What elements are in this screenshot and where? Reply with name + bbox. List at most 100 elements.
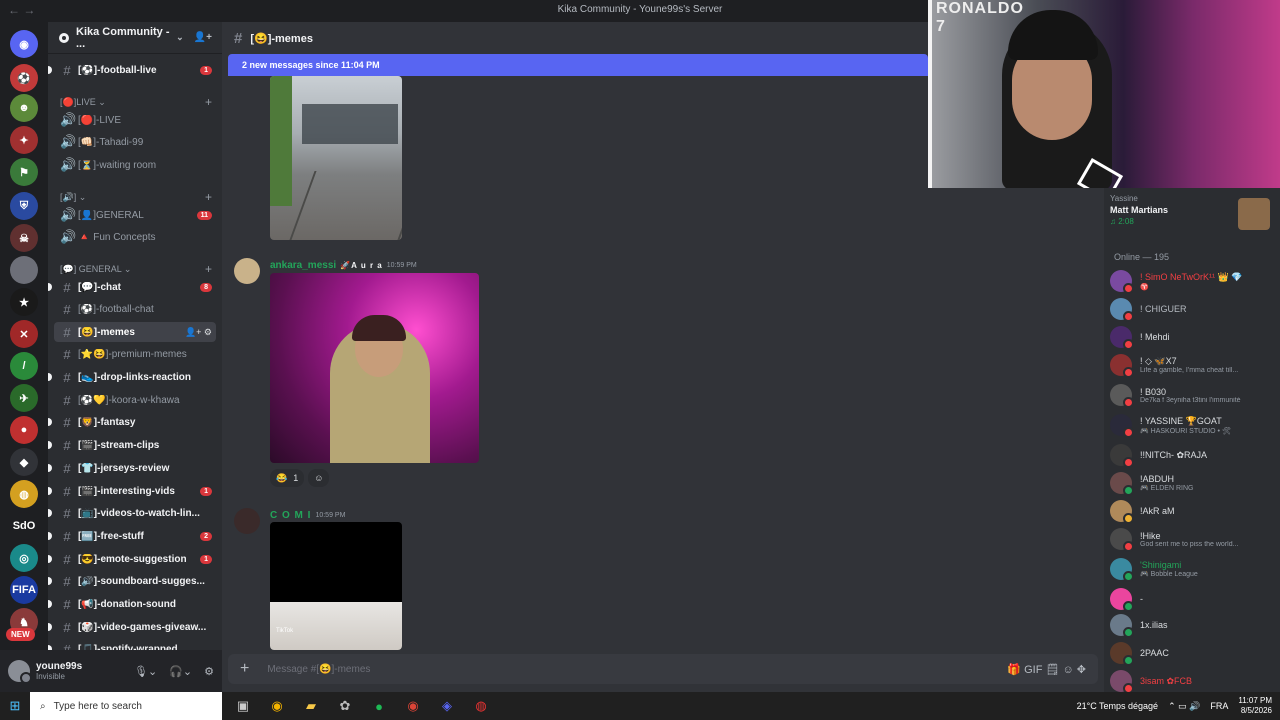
invite-icon[interactable]: 👤+ <box>194 32 212 43</box>
member-item[interactable]: 'Shinigami 🎮 Bobble League <box>1110 556 1276 582</box>
channel-item[interactable]: 🔊 [⏳]-waiting room <box>54 155 216 175</box>
server-icon[interactable]: SdO <box>10 512 38 540</box>
server-icon[interactable]: ⚑ <box>10 158 38 186</box>
server-icon[interactable]: ◎ <box>10 544 38 572</box>
channel-item[interactable]: # [⭐😆]-premium-memes <box>54 344 216 364</box>
clock[interactable]: 11:07 PM 8/5/2026 <box>1238 696 1272 716</box>
member-item[interactable]: ! CHIGUER <box>1110 296 1276 322</box>
tray-icons[interactable]: ⌃ ▭ 🔊 <box>1168 701 1200 712</box>
message-composer[interactable]: + Message #[😆]-memes 🎁 GIF 🗒 ☺ ✥ <box>228 654 1098 684</box>
add-channel-icon[interactable]: + <box>205 95 212 109</box>
new-servers-badge[interactable]: NEW <box>6 628 35 641</box>
member-item[interactable]: !ABDUH 🎮 ELDEN RING <box>1110 470 1276 496</box>
channel-item[interactable]: # [👕]-jerseys-review <box>48 458 216 478</box>
message-author[interactable]: ankara_messi <box>270 260 336 271</box>
upload-plus-icon[interactable]: + <box>240 660 249 678</box>
windows-start-icon[interactable]: ⊞ <box>0 698 30 714</box>
member-item[interactable]: ! YASSINE 🏆GOAT 🎮 HASKOURI STUDIO • 🛠 <box>1110 412 1276 438</box>
reaction-laugh[interactable]: 😂 1 <box>270 469 305 487</box>
server-icon[interactable]: ◍ <box>10 480 38 508</box>
message-image-tram[interactable] <box>270 76 402 240</box>
server-icon[interactable]: ✈ <box>10 384 38 412</box>
member-item[interactable]: 3isam ✿FCB <box>1110 668 1276 692</box>
channel-item[interactable]: 🔊 [👤]GENERAL 11 <box>54 205 216 225</box>
channel-category[interactable]: [🔊] ⌄ + <box>60 190 212 204</box>
server-icon[interactable]: ☻ <box>10 94 38 122</box>
avatar[interactable] <box>234 508 260 534</box>
server-icon[interactable]: ◉ <box>10 30 38 58</box>
chevron-down-icon[interactable]: ⌄ <box>176 32 184 43</box>
channel-item[interactable]: # [⚽]-football-live 1 <box>48 60 216 80</box>
member-item[interactable]: !Hike God sent me to piss the world... <box>1110 526 1276 552</box>
mic-icon[interactable]: 🎙⌄ <box>134 665 157 678</box>
user-info[interactable]: youne99s Invisible <box>36 661 82 681</box>
member-item[interactable]: 1x.ilias <box>1110 612 1276 638</box>
app-red-icon[interactable]: ◍ <box>472 697 490 715</box>
gear-icon[interactable]: ⚙ <box>204 665 214 678</box>
language-indicator[interactable]: FRA <box>1210 701 1228 711</box>
new-messages-bar[interactable]: 2 new messages since 11:04 PM <box>228 54 928 76</box>
member-item[interactable]: ! B030 De7ka f 3eyniha t3tini l'immunité <box>1110 382 1276 408</box>
spotify-icon[interactable]: ● <box>370 697 388 715</box>
discord-icon[interactable]: ◈ <box>438 697 456 715</box>
channel-item[interactable]: # [📢]-donation-sound <box>48 594 216 614</box>
avatar[interactable] <box>234 258 260 284</box>
server-icon[interactable]: ✦ <box>10 126 38 154</box>
channel-item[interactable]: # [⚽💛]-koora-w-khawa <box>54 390 216 410</box>
member-item[interactable]: ! Mehdi <box>1110 324 1276 350</box>
channel-item[interactable]: # [💬]-chat 8 <box>48 277 216 297</box>
server-icon[interactable]: / <box>10 352 38 380</box>
message-image-video[interactable]: TikTok <box>270 522 402 650</box>
member-item[interactable]: 2PAAC <box>1110 640 1276 666</box>
member-item[interactable]: ! ◇ 🦋X7 Life a gamble, I'mma cheat till..… <box>1110 352 1276 378</box>
composer-tools-icon[interactable]: 🎁 GIF 🗒 ☺ ✥ <box>1007 663 1086 676</box>
add-channel-icon[interactable]: + <box>205 262 212 276</box>
user-avatar[interactable] <box>8 660 32 684</box>
task-view-icon[interactable]: ▣ <box>234 697 252 715</box>
channel-item[interactable]: 🔊 [👊🏻]-Tahadi-99 <box>54 132 216 152</box>
message-author[interactable]: C O M I <box>270 510 311 521</box>
server-icon[interactable]: ⛨ <box>10 192 38 220</box>
channel-item[interactable]: # [🎬]-stream-clips <box>48 435 216 455</box>
server-icon[interactable]: ◆ <box>10 448 38 476</box>
server-icon[interactable]: ✕ <box>10 320 38 348</box>
server-icon[interactable]: ☠ <box>10 224 38 252</box>
channel-category[interactable]: [💬] GENERAL ⌄ + <box>60 262 212 276</box>
add-channel-icon[interactable]: + <box>205 190 212 204</box>
channel-item[interactable]: # [🎬]-interesting-vids 1 <box>48 481 216 501</box>
guild-header[interactable]: Kika Community - ... ⌄ 👤+ <box>48 22 222 54</box>
app-icon[interactable]: ✿ <box>336 697 354 715</box>
channel-actions-icon[interactable]: 👤+ ⚙ <box>185 327 212 338</box>
channel-item[interactable]: # [🔊]-soundboard-sugges... <box>48 571 216 591</box>
channel-item[interactable]: 🔊 🔺 Fun Concepts <box>54 227 216 247</box>
member-item[interactable]: !AkR aM <box>1110 498 1276 524</box>
channel-item[interactable]: # [👟]-drop-links-reaction <box>48 367 216 387</box>
member-item[interactable]: !!NITCh- ✿RAJA <box>1110 442 1276 468</box>
server-icon[interactable]: ● <box>10 416 38 444</box>
headset-icon[interactable]: 🎧⌄ <box>169 665 192 678</box>
channel-item[interactable]: 🔊 [🔴]-LIVE <box>54 110 216 130</box>
chrome-alt-icon[interactable]: ◉ <box>404 697 422 715</box>
server-icon[interactable]: ⚽ <box>10 64 38 92</box>
channel-item[interactable]: # [⚽]-football-chat <box>54 299 216 319</box>
channel-item[interactable]: # [😎]-emote-suggestion 1 <box>48 549 216 569</box>
channel-item[interactable]: # [🆓]-free-stuff 2 <box>48 526 216 546</box>
channel-item[interactable]: # [📺]-videos-to-watch-lin... <box>48 503 216 523</box>
channel-item[interactable]: # [😆]-memes 👤+ ⚙ <box>54 322 216 342</box>
chrome-icon[interactable]: ◉ <box>268 697 286 715</box>
member-item[interactable]: - <box>1110 586 1276 612</box>
activity-card[interactable]: Yassine Matt Martians ♫ 2:08 <box>1110 194 1274 236</box>
server-icon[interactable] <box>10 256 38 284</box>
server-icon[interactable]: FIFA <box>10 576 38 604</box>
weather-text[interactable]: 21°C Temps dégagé <box>1077 701 1159 711</box>
message-image-meme[interactable] <box>270 273 479 463</box>
taskbar-search[interactable]: ⌕ Type here to search <box>30 692 222 720</box>
server-icon[interactable]: ★ <box>10 288 38 316</box>
member-item[interactable]: ! SimO NeTwOrK¹¹ 👑 💎 ♈ <box>1110 268 1276 294</box>
explorer-icon[interactable]: ▰ <box>302 697 320 715</box>
message-input[interactable]: Message #[😆]-memes <box>267 664 1007 675</box>
add-reaction-button[interactable]: ☺ <box>308 469 330 487</box>
channel-item[interactable]: # [🦁]-fantasy <box>48 412 216 432</box>
channel-item[interactable]: # [🎵]-spotify-wrapped <box>48 639 216 650</box>
channel-category[interactable]: [🔴]LIVE ⌄ + <box>60 95 212 109</box>
